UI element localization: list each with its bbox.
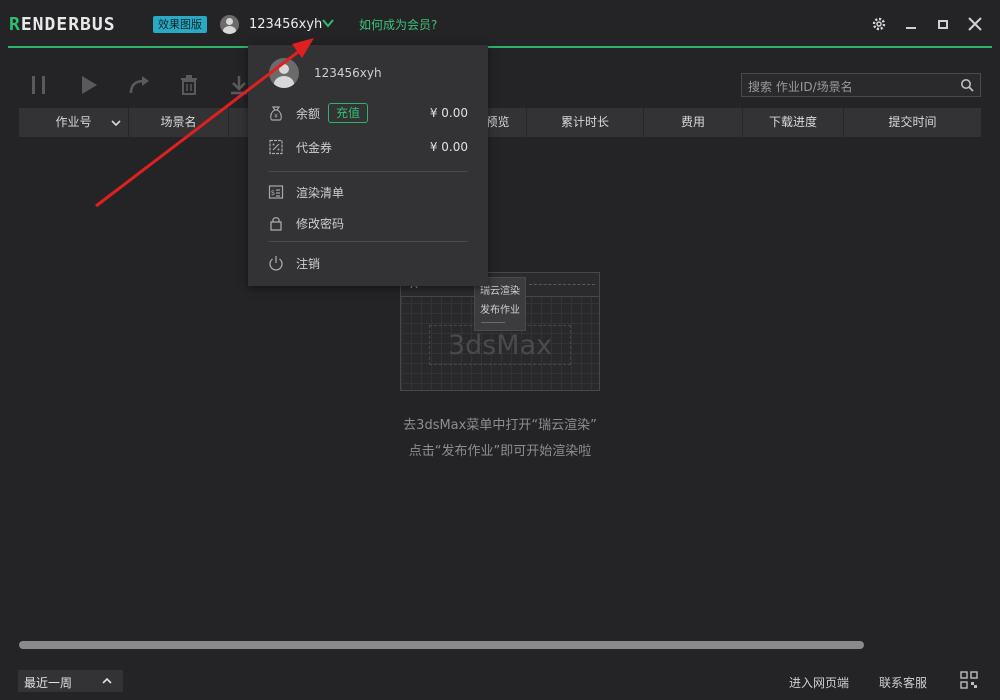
column-sort-chevron-icon[interactable] [110,117,122,129]
search-placeholder: 搜索 作业ID/场景名 [748,80,853,94]
voucher-icon [269,139,283,155]
app-logo: RENDERBUS [9,14,116,35]
voucher-value: ¥ 0.00 [429,140,468,154]
render-list-icon: $ [268,185,284,199]
voucher-label: 代金券 [296,140,333,155]
column-header-cost[interactable]: 费用 [644,108,743,137]
redo-icon[interactable] [128,74,150,96]
column-header-duration[interactable]: 累计时长 [527,108,644,137]
logout-label: 注销 [296,256,321,271]
illus-menu-divider [481,322,505,323]
job-table-header: 作业号 场景名 预览 累计时长 费用 下载进度 提交时间 [19,108,981,137]
maximize-icon[interactable] [933,14,953,34]
user-avatar-icon[interactable] [220,15,239,34]
money-bag-icon: ¥ [270,106,282,121]
minimize-icon[interactable] [901,14,921,34]
illus-dashes [529,284,595,285]
chevron-up-icon [102,677,112,684]
settings-gear-icon[interactable] [869,14,889,34]
username-label[interactable]: 123456xyh [249,17,322,32]
horizontal-scrollbar[interactable] [19,641,864,649]
close-icon[interactable] [965,14,985,34]
illus-app-name: 3dsMax [447,330,553,361]
recharge-button[interactable]: 充值 [328,103,369,123]
column-header-download-progress[interactable]: 下载进度 [743,108,844,137]
edition-badge: 效果图版 [153,16,207,33]
change-password-label: 修改密码 [296,216,345,231]
lock-icon [270,217,282,231]
contact-support-link[interactable]: 联系客服 [879,674,927,691]
pause-icon[interactable] [28,74,50,96]
render-list-label: 渲染清单 [296,185,345,200]
qr-code-icon[interactable] [960,671,978,689]
title-bar: RENDERBUS 效果图版 123456xyh 如何成为会员? [0,0,1000,48]
empty-hint-line-2: 点击“发布作业”即可开始渲染啦 [408,444,592,459]
balance-value: ¥ 0.00 [429,106,468,120]
period-select[interactable]: 最近一周 [18,670,123,692]
power-icon [269,256,283,271]
search-input[interactable]: 搜索 作业ID/场景名 [741,73,981,97]
play-icon[interactable] [78,74,100,96]
web-portal-link[interactable]: 进入网页端 [789,674,849,691]
dropdown-divider-2 [268,241,468,242]
period-select-value: 最近一周 [24,676,73,690]
dropdown-divider-1 [268,171,468,172]
voucher-row[interactable]: 代金券 ¥ 0.00 [268,136,468,158]
membership-link[interactable]: 如何成为会员? [359,16,437,33]
trash-icon[interactable] [178,74,200,96]
column-header-submit-time[interactable]: 提交时间 [844,108,981,137]
download-icon[interactable] [228,74,250,96]
column-header-scene[interactable]: 场景名 [129,108,229,137]
dropdown-username: 123456xyh [314,66,382,80]
chevron-down-icon[interactable] [321,17,335,29]
render-list-item[interactable]: $ 渲染清单 [268,181,468,203]
search-icon[interactable] [960,78,974,92]
title-accent-line [8,46,992,48]
svg-text:$: $ [271,189,275,197]
balance-row: ¥ 余额 充值 ¥ 0.00 [268,102,468,124]
empty-state-illustration: 3dsMax 瑞云渲染 发布作业 [400,272,600,391]
user-dropdown-menu: 123456xyh ¥ 余额 充值 ¥ 0.00 代金券 ¥ 0.00 $ 渲染… [248,45,488,286]
change-password-item[interactable]: 修改密码 [268,212,468,234]
balance-label: 余额 [296,106,321,121]
illus-menu-item-2: 发布作业 [480,305,520,316]
dropdown-avatar-icon [269,58,299,88]
column-header-job-id[interactable]: 作业号 [19,108,129,137]
logout-item[interactable]: 注销 [268,252,468,274]
empty-hint-line-1: 去3dsMax菜单中打开“瑞云渲染” [403,418,597,433]
svg-text:¥: ¥ [274,113,278,120]
